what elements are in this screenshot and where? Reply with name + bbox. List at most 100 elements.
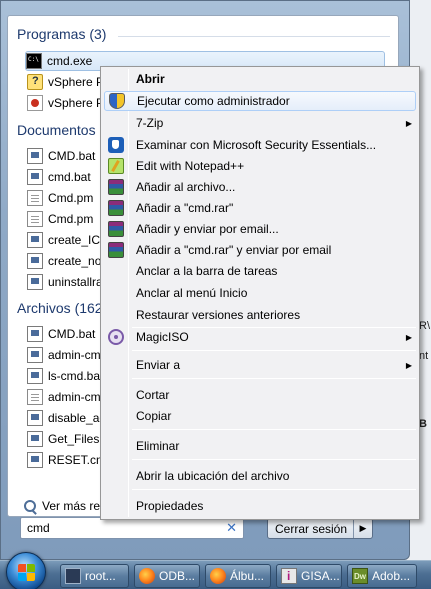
- menu-item-label: MagicISO: [136, 330, 189, 344]
- submenu-arrow-icon: ▶: [405, 332, 413, 342]
- background-text: B: [419, 418, 427, 430]
- bat-file-icon: [27, 148, 43, 164]
- firefox-icon: [210, 568, 226, 584]
- menu-item-magiciso[interactable]: MagicISO ▶: [104, 327, 416, 347]
- menu-item-label: Abrir: [136, 72, 165, 86]
- group-title-documents[interactable]: Documentos: [17, 122, 96, 138]
- menu-item-label: Añadir a "cmd.rar": [136, 201, 234, 215]
- menu-item-add-cmd-rar-and-email[interactable]: Añadir a "cmd.rar" y enviar por email: [104, 240, 416, 260]
- start-button[interactable]: [6, 552, 46, 589]
- winrar-icon: [108, 242, 124, 258]
- submenu-arrow-icon: ▶: [405, 118, 413, 128]
- group-title-files[interactable]: Archivos (162: [17, 300, 103, 316]
- background-text: R\: [419, 320, 430, 332]
- menu-separator: [132, 350, 416, 351]
- menu-item-label: Añadir y enviar por email...: [136, 222, 279, 236]
- taskbar-button-root-terminal[interactable]: root...: [60, 564, 129, 588]
- taskbar-button-label: GISA...: [301, 569, 340, 583]
- menu-icon-slot: [108, 263, 124, 279]
- windows-logo-icon: [18, 564, 36, 582]
- menu-item-open[interactable]: Abrir: [104, 69, 416, 89]
- menu-item-edit-notepad-plus-plus[interactable]: Edit with Notepad++: [104, 156, 416, 176]
- taskbar-button-label: root...: [85, 569, 116, 583]
- submenu-arrow-icon: ▶: [405, 360, 413, 370]
- menu-item-pin-to-start-menu[interactable]: Anclar al menú Inicio: [104, 283, 416, 303]
- shutdown-options-arrow-icon[interactable]: ▶: [354, 519, 372, 538]
- menu-item-pin-to-taskbar[interactable]: Anclar a la barra de tareas: [104, 261, 416, 281]
- result-item-label: vSphere P: [48, 96, 105, 110]
- menu-item-open-file-location[interactable]: Abrir la ubicación del archivo: [104, 466, 416, 486]
- winrar-icon: [108, 221, 124, 237]
- menu-item-cut[interactable]: Cortar: [104, 385, 416, 405]
- vsphere-icon: [27, 95, 43, 111]
- menu-item-label: Eliminar: [136, 439, 180, 453]
- menu-item-label: Copiar: [136, 409, 172, 423]
- group-divider: [118, 36, 390, 37]
- menu-item-label: Añadir a "cmd.rar" y enviar por email: [136, 243, 332, 257]
- shutdown-button-group: Cerrar sesión ▶: [267, 518, 373, 539]
- menu-item-delete[interactable]: Eliminar: [104, 436, 416, 456]
- menu-item-add-and-email[interactable]: Añadir y enviar por email...: [104, 219, 416, 239]
- menu-icon-slot: [108, 438, 124, 454]
- taskbar-button-label: ODB...: [159, 569, 196, 583]
- taskbar-button-gisa[interactable]: GISA...: [276, 564, 342, 588]
- menu-icon-slot: [108, 357, 124, 373]
- result-item-label: admin-cm: [48, 390, 101, 404]
- log-off-button[interactable]: Cerrar sesión: [268, 519, 354, 538]
- result-item-label: cmd.bat: [48, 170, 91, 184]
- file-icon: [27, 190, 43, 206]
- menu-item-label: Enviar a: [136, 358, 181, 372]
- result-item-label: create_ICL: [48, 233, 107, 247]
- menu-item-send-to[interactable]: Enviar a ▶: [104, 355, 416, 375]
- search-box[interactable]: ✕: [20, 517, 244, 539]
- bat-file-icon: [27, 410, 43, 426]
- menu-item-label: Propiedades: [136, 499, 204, 513]
- result-item-label: Cmd.pm: [48, 191, 94, 205]
- menu-separator: [132, 459, 416, 460]
- menu-separator: [132, 489, 416, 490]
- taskbar-button-album-firefox[interactable]: Álbu...: [205, 564, 271, 588]
- terminal-icon: [65, 568, 81, 584]
- security-essentials-icon: [108, 137, 124, 153]
- winrar-icon: [108, 179, 124, 195]
- menu-icon-slot: [108, 468, 124, 484]
- file-icon: [27, 211, 43, 227]
- background-text: nt: [419, 350, 429, 362]
- result-item-label: admin-cm: [48, 348, 101, 362]
- result-item-label: CMD.bat: [48, 327, 96, 341]
- group-title-programs[interactable]: Programas (3): [17, 26, 106, 42]
- menu-item-label: Añadir al archivo...: [136, 180, 236, 194]
- bat-file-icon: [27, 253, 43, 269]
- menu-item-7zip[interactable]: 7-Zip ▶: [104, 113, 416, 133]
- bat-file-icon: [27, 368, 43, 384]
- search-input[interactable]: [27, 521, 217, 535]
- menu-item-restore-previous-versions[interactable]: Restaurar versiones anteriores: [104, 305, 416, 325]
- menu-item-properties[interactable]: Propiedades: [104, 496, 416, 516]
- menu-item-scan-security-essentials[interactable]: Examinar con Microsoft Security Essentia…: [104, 135, 416, 155]
- menu-icon-slot: [108, 285, 124, 301]
- taskbar-button-dreamweaver[interactable]: Dw Adob...: [347, 564, 417, 588]
- result-item-label: Cmd.pm: [48, 212, 94, 226]
- bat-file-icon: [27, 452, 43, 468]
- notepad-plus-plus-icon: [108, 158, 124, 174]
- gisa-icon: [281, 568, 297, 584]
- menu-item-add-to-archive[interactable]: Añadir al archivo...: [104, 177, 416, 197]
- menu-item-label: Examinar con Microsoft Security Essentia…: [136, 138, 377, 152]
- menu-item-label: 7-Zip: [136, 116, 164, 130]
- menu-item-run-as-admin[interactable]: Ejecutar como administrador: [104, 91, 416, 111]
- clear-search-icon[interactable]: ✕: [226, 520, 237, 536]
- taskbar-button-label: Adob...: [372, 569, 411, 583]
- winrar-icon: [108, 200, 124, 216]
- taskbar-button-odb-firefox[interactable]: ODB...: [134, 564, 200, 588]
- result-item-label: RESET.cm: [48, 453, 107, 467]
- menu-item-label: Cortar: [136, 388, 170, 402]
- menu-item-label: Edit with Notepad++: [136, 159, 245, 173]
- menu-item-copy[interactable]: Copiar: [104, 406, 416, 426]
- menu-item-label: Ejecutar como administrador: [137, 94, 290, 108]
- result-item-label: vSphere P: [48, 75, 105, 89]
- bat-file-icon: [27, 274, 43, 290]
- menu-separator: [132, 429, 416, 430]
- uac-shield-icon: [109, 93, 125, 109]
- menu-item-add-to-cmd-rar[interactable]: Añadir a "cmd.rar": [104, 198, 416, 218]
- result-item-label: CMD.bat: [48, 149, 96, 163]
